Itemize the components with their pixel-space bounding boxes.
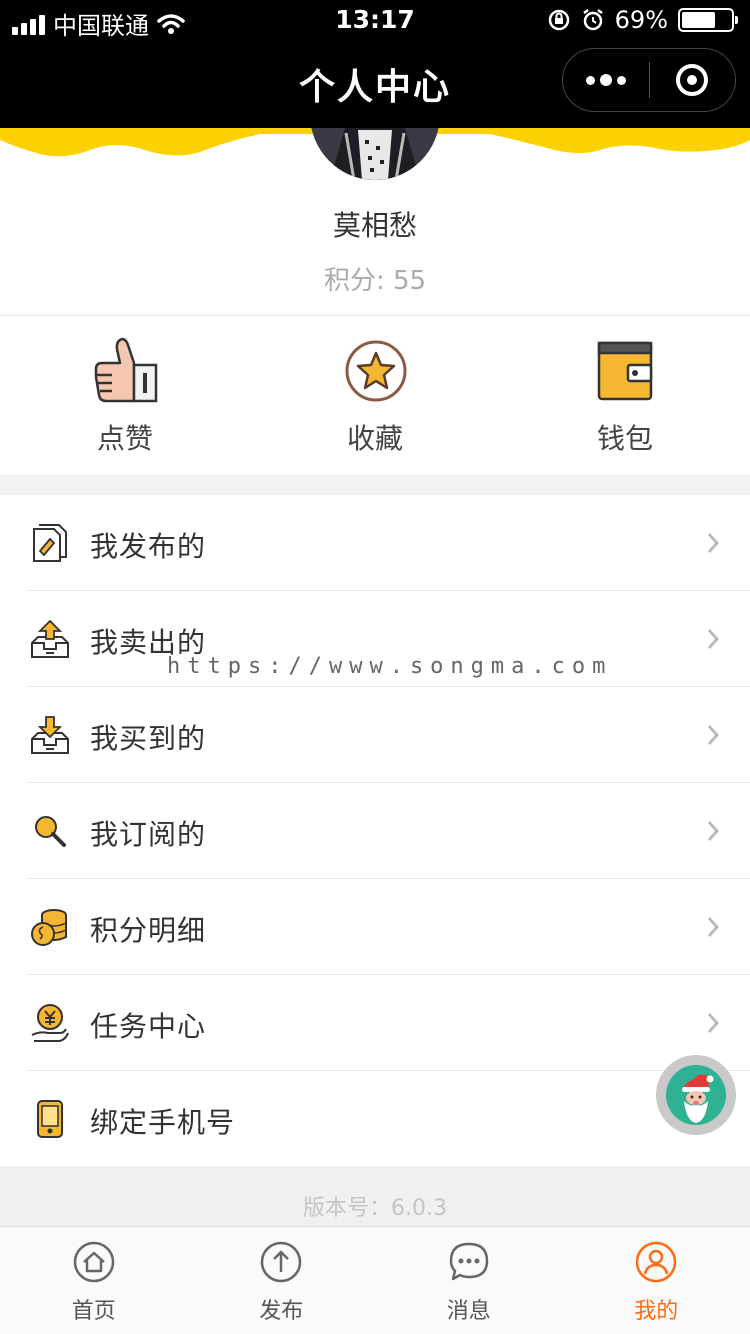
tab-mine[interactable]: 我的 [563,1227,750,1334]
menu-item-label: 任务中心 [90,1010,207,1043]
chevron-right-icon [707,917,720,937]
menu-item-label: 我发布的 [90,530,207,563]
tab-messages[interactable]: 消息 [375,1227,563,1334]
close-mini-program-button[interactable] [650,49,736,111]
quick-actions: 点赞 收藏 钱包 [0,317,750,475]
mini-program-capsule [562,48,736,112]
more-menu-button[interactable] [563,49,649,111]
menu-item-points-detail[interactable]: 积分明细 [0,879,750,975]
home-icon [73,1241,114,1283]
alarm-icon [582,9,603,31]
chevron-right-icon [707,533,720,553]
avatar[interactable] [310,128,440,180]
action-favorite[interactable]: 收藏 [250,317,500,475]
tray-upload-icon [31,619,69,658]
thumbs-up-icon [94,337,158,403]
version-footer: 版本号：6.0.3 [0,1166,750,1226]
watermark-text: https://www.songma.com [167,654,613,679]
status-bar: 中国联通 13:17 69% [0,0,750,40]
floating-assistant-button[interactable] [656,1055,736,1135]
menu-item-label: 绑定手机号 [90,1106,236,1139]
target-icon [676,64,709,96]
chevron-right-icon [707,725,720,745]
coins-icon [31,909,67,946]
tab-label: 我的 [634,1299,679,1324]
menu-item-label: 积分明细 [90,914,207,947]
tab-label: 首页 [71,1299,116,1324]
points-label: 积分: 55 [323,266,427,296]
battery-percent: 69% [614,6,668,34]
magnifier-icon [35,816,66,847]
action-like[interactable]: 点赞 [0,317,250,475]
phone-icon [37,1100,63,1138]
menu-list: 我发布的 我卖出的 我买到的 我订阅的 积分明细 任务中心 绑定手机号 [0,495,750,1167]
section-gap [0,475,750,495]
yen-hand-icon [31,1004,69,1042]
user-icon [636,1241,677,1283]
action-favorite-label: 收藏 [346,422,403,455]
tab-bar: 首页 发布 消息 我的 [0,1226,750,1334]
upload-arrow-icon [261,1241,302,1283]
nav-bar: 个人中心 [0,40,750,128]
wallet-icon [597,341,653,401]
username: 莫相愁 [332,209,417,242]
chevron-right-icon [707,629,720,649]
action-wallet-label: 钱包 [596,422,653,455]
menu-item-bind-phone[interactable]: 绑定手机号 [0,1071,750,1167]
battery-icon [678,8,738,32]
publish-doc-icon [33,524,67,562]
action-like-label: 点赞 [96,422,153,455]
chat-bubble-icon [449,1242,488,1281]
menu-item-published[interactable]: 我发布的 [0,495,750,591]
star-icon [345,340,407,402]
menu-item-label: 我买到的 [90,722,207,755]
santa-icon [666,1065,726,1125]
menu-item-bought[interactable]: 我买到的 [0,687,750,783]
tab-label: 消息 [446,1299,491,1324]
version-label: 版本号：6.0.3 [303,1196,447,1221]
profile-header: 莫相愁 积分: 55 [0,128,750,316]
rotation-lock-icon [548,9,569,31]
tray-download-icon [31,716,69,754]
chevron-right-icon [707,821,720,841]
menu-item-subscribed[interactable]: 我订阅的 [0,783,750,879]
tab-home[interactable]: 首页 [0,1227,188,1334]
tab-label: 发布 [259,1299,304,1324]
menu-item-label: 我订阅的 [90,818,207,851]
tab-publish[interactable]: 发布 [188,1227,376,1334]
action-wallet[interactable]: 钱包 [500,317,750,475]
menu-item-task-center[interactable]: 任务中心 [0,975,750,1071]
chevron-right-icon [707,1013,720,1033]
